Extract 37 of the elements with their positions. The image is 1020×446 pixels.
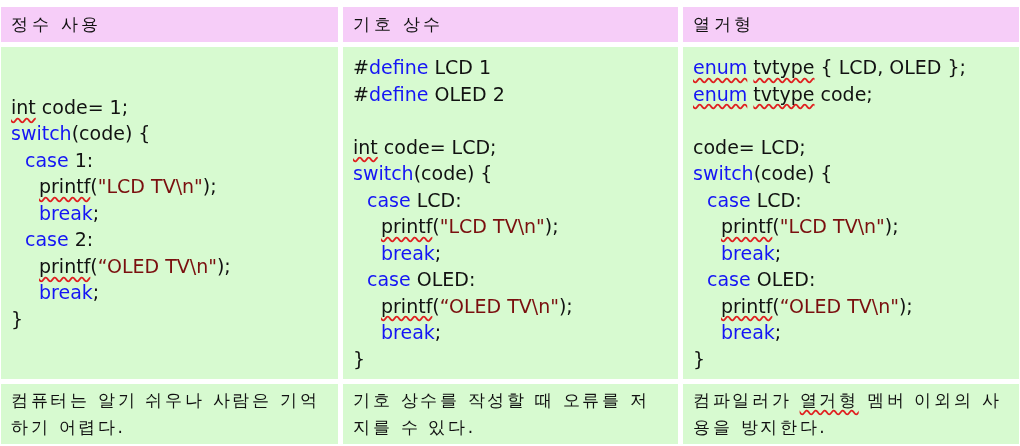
code-line: printf("LCD TV\n"); — [381, 214, 559, 239]
code-line: enum tvtype code; — [693, 81, 873, 107]
code-line: break; — [39, 280, 100, 306]
code-line: case LCD: — [367, 187, 462, 213]
code-line: printf("LCD TV\n"); — [39, 174, 217, 200]
code-line: } — [353, 346, 366, 372]
code-line: printf(“OLED TV\n"); — [381, 293, 573, 319]
note-cell: 기호 상수를 작성할 때 오류를 저지를 수 있다. — [343, 384, 678, 444]
code-line: int code= LCD; — [353, 134, 497, 160]
code-line: } — [693, 346, 706, 372]
code-line: switch(code) { — [353, 161, 493, 186]
code-line: case OLED: — [707, 267, 816, 292]
code-line: printf("LCD TV\n"); — [721, 214, 899, 239]
code-line: } — [11, 306, 24, 332]
note-cell: 컴파일러가 열거형 멤버 이외의 사용을 방지한다. — [683, 384, 1019, 444]
code-line: break; — [721, 240, 782, 266]
code-line: printf(“OLED TV\n"); — [721, 293, 913, 319]
code-line: case 2: — [25, 227, 94, 253]
code-line: break; — [381, 240, 442, 266]
header-cell: 정수 사용 — [1, 7, 338, 42]
code-line: break; — [381, 320, 442, 345]
header-cell: 기호 상수 — [343, 7, 678, 42]
code-line: switch(code) { — [11, 121, 151, 147]
code-line: case LCD: — [707, 187, 802, 213]
code-line: printf(“OLED TV\n"); — [39, 253, 231, 279]
header-cell: 열거형 — [683, 7, 1019, 42]
code-line: case 1: — [25, 147, 94, 173]
code-line: int code= 1; — [11, 94, 129, 120]
code-line: switch(code) { — [693, 161, 833, 186]
code-line: break; — [39, 200, 100, 226]
code-line: break; — [721, 320, 782, 345]
note-cell: 컴퓨터는 알기 쉬우나 사람은 기억하기 어렵다. — [1, 384, 338, 444]
code-line: code= LCD; — [693, 134, 806, 160]
code-line: case OLED: — [367, 267, 476, 292]
code-line: enum tvtype { LCD, OLED }; — [693, 55, 966, 80]
code-line: #define LCD 1 — [353, 55, 492, 80]
code-line: #define OLED 2 — [353, 81, 505, 107]
